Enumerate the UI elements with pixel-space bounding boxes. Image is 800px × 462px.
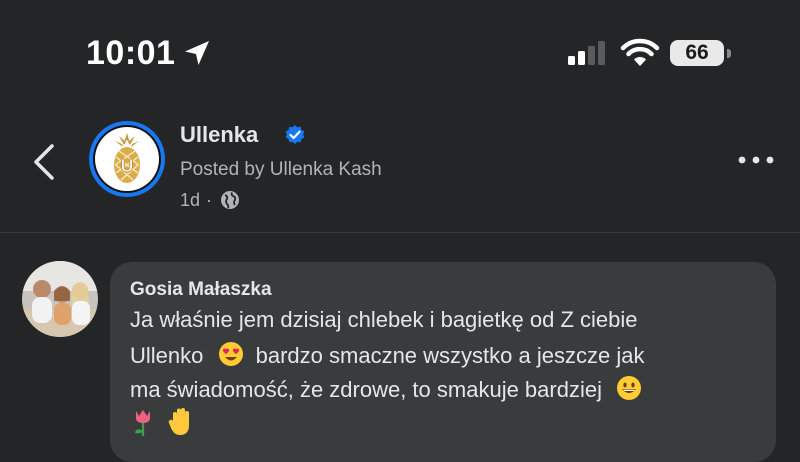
- page-name[interactable]: Ullenka: [180, 122, 258, 148]
- heart-eyes-emoji: [218, 342, 243, 366]
- tulip-emoji: [135, 410, 150, 436]
- svg-text:U: U: [121, 156, 134, 176]
- verified-badge-icon: [285, 125, 305, 144]
- header-divider: [0, 232, 800, 233]
- more-options-icon[interactable]: [736, 150, 776, 170]
- comment-text-line: [130, 407, 194, 439]
- comment-text-segment: bardzo smaczne wszystko a jeszcze jak: [255, 343, 645, 368]
- battery-icon: 66: [670, 40, 732, 68]
- post-meta: 1d ·: [180, 188, 240, 212]
- pineapple-logo: U: [95, 127, 159, 191]
- commenter-photo: [22, 261, 98, 337]
- comment-text-line: Ja właśnie jem dzisiaj chlebek i bagietk…: [130, 307, 638, 332]
- cellular-signal-icon: [568, 41, 605, 65]
- status-bar: 10:01 66: [0, 0, 800, 100]
- meta-separator: ·: [206, 189, 213, 210]
- location-arrow-icon: [185, 41, 209, 65]
- comment-text-segment: ma świadomość, że zdrowe, to smakuje bar…: [130, 377, 602, 402]
- status-time: 10:01: [86, 34, 176, 72]
- commenter-avatar[interactable]: [22, 261, 98, 337]
- comment-text-line: ma świadomość, że zdrowe, to smakuje bar…: [130, 375, 642, 403]
- pineapple-logo-icon: U: [114, 133, 140, 183]
- raised-hand-emoji: [168, 408, 190, 435]
- comment-author[interactable]: Gosia Małaszka: [130, 279, 272, 301]
- comment-text-segment: Ullenko: [130, 343, 204, 368]
- wifi-icon: [620, 38, 660, 66]
- back-chevron-icon[interactable]: [30, 142, 58, 182]
- posted-by-label: Posted by Ullenka Kash: [180, 159, 382, 180]
- page-avatar-frame: U: [93, 125, 161, 193]
- page-avatar[interactable]: U: [89, 121, 165, 197]
- battery-tip: [727, 49, 731, 58]
- comment-text-line: Ullenko bardzo smaczne wszystko a jeszcz…: [130, 341, 644, 369]
- post-time[interactable]: 1d: [180, 190, 200, 211]
- globe-icon: [221, 191, 240, 209]
- grinning-emoji: [617, 376, 642, 400]
- battery-level: 66: [685, 41, 709, 64]
